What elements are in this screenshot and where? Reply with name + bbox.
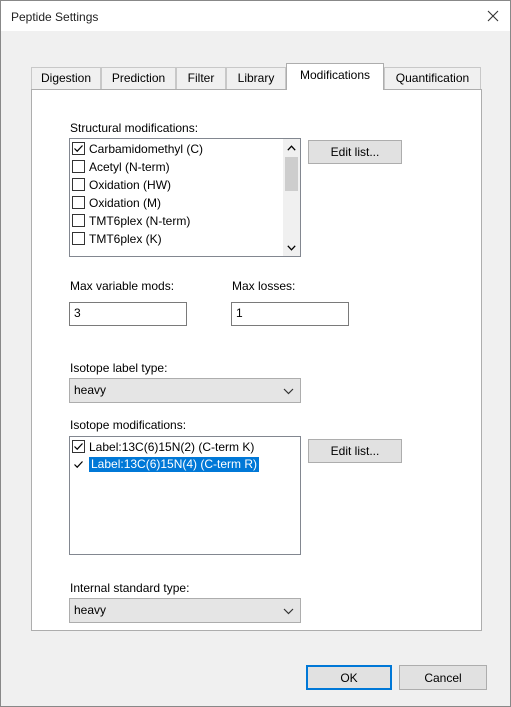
modifications-panel: Structural modifications: Carbamidomethy… xyxy=(31,89,482,631)
checkbox[interactable] xyxy=(72,214,85,227)
list-item[interactable]: Oxidation (M) xyxy=(71,194,161,211)
checkbox-checked[interactable] xyxy=(72,142,85,155)
tab-modifications[interactable]: Modifications xyxy=(286,63,384,90)
list-item[interactable]: Acetyl (N-term) xyxy=(71,158,170,175)
list-item-selected[interactable]: Label:13C(6)15N(4) (C-term R) xyxy=(71,456,260,473)
chevron-down-icon xyxy=(283,604,294,618)
peptide-settings-dialog: Peptide Settings Digestion Prediction Fi… xyxy=(0,0,511,707)
max-losses-label: Max losses: xyxy=(232,279,296,293)
list-item[interactable]: TMT6plex (K) xyxy=(71,230,162,247)
internal-standard-type-label: Internal standard type: xyxy=(70,581,190,595)
scroll-thumb[interactable] xyxy=(285,157,298,191)
isotope-modifications-list[interactable]: Label:13C(6)15N(2) (C-term K) Label:13C(… xyxy=(69,436,301,555)
internal-standard-type-value: heavy xyxy=(74,603,107,617)
isotope-label-type-label: Isotope label type: xyxy=(70,361,168,375)
scroll-up-icon[interactable] xyxy=(283,139,300,156)
cancel-button[interactable]: Cancel xyxy=(399,665,487,690)
structural-modifications-label: Structural modifications: xyxy=(70,121,199,135)
list-item[interactable]: Label:13C(6)15N(2) (C-term K) xyxy=(71,438,254,455)
chevron-down-icon xyxy=(283,384,294,398)
internal-standard-type-select[interactable]: heavy xyxy=(69,598,301,623)
max-variable-mods-label: Max variable mods: xyxy=(70,279,175,293)
list-item-label: Oxidation (HW) xyxy=(89,177,172,192)
checkbox-checked[interactable] xyxy=(72,458,85,471)
title-bar: Peptide Settings xyxy=(1,1,510,31)
checkbox-checked[interactable] xyxy=(72,440,85,453)
list-item-label: Label:13C(6)15N(4) (C-term R) xyxy=(89,457,260,472)
list-item-label: Oxidation (M) xyxy=(89,195,162,210)
close-icon[interactable] xyxy=(482,5,504,27)
list-item[interactable]: Oxidation (HW) xyxy=(71,176,171,193)
edit-structural-list-button[interactable]: Edit list... xyxy=(308,140,402,164)
checkbox[interactable] xyxy=(72,232,85,245)
structural-modifications-list[interactable]: Carbamidomethyl (C) Acetyl (N-term) Oxid… xyxy=(69,138,301,257)
isotope-label-type-value: heavy xyxy=(74,383,107,397)
list-item[interactable]: Carbamidomethyl (C) xyxy=(71,140,203,157)
list-item-label: Label:13C(6)15N(2) (C-term K) xyxy=(89,439,255,454)
scroll-down-icon[interactable] xyxy=(283,239,300,256)
edit-isotope-list-button[interactable]: Edit list... xyxy=(308,439,402,463)
tab-quantification[interactable]: Quantification xyxy=(384,67,481,89)
list-item-label: Carbamidomethyl (C) xyxy=(89,141,204,156)
list-item-label: TMT6plex (K) xyxy=(89,231,162,246)
max-variable-mods-input[interactable]: 3 xyxy=(69,302,187,326)
isotope-modifications-label: Isotope modifications: xyxy=(70,418,187,432)
window-title: Peptide Settings xyxy=(11,10,99,24)
tab-prediction[interactable]: Prediction xyxy=(101,67,176,89)
ok-button[interactable]: OK xyxy=(306,665,392,690)
list-item[interactable]: TMT6plex (N-term) xyxy=(71,212,190,229)
list-item-label: Acetyl (N-term) xyxy=(89,159,170,174)
tab-library[interactable]: Library xyxy=(226,67,286,89)
max-losses-input[interactable]: 1 xyxy=(231,302,349,326)
checkbox[interactable] xyxy=(72,160,85,173)
isotope-label-type-select[interactable]: heavy xyxy=(69,378,301,403)
tab-digestion[interactable]: Digestion xyxy=(31,67,101,89)
vertical-scrollbar[interactable] xyxy=(283,139,300,256)
tab-filter[interactable]: Filter xyxy=(176,67,226,89)
list-item-label: TMT6plex (N-term) xyxy=(89,213,191,228)
checkbox[interactable] xyxy=(72,178,85,191)
checkbox[interactable] xyxy=(72,196,85,209)
